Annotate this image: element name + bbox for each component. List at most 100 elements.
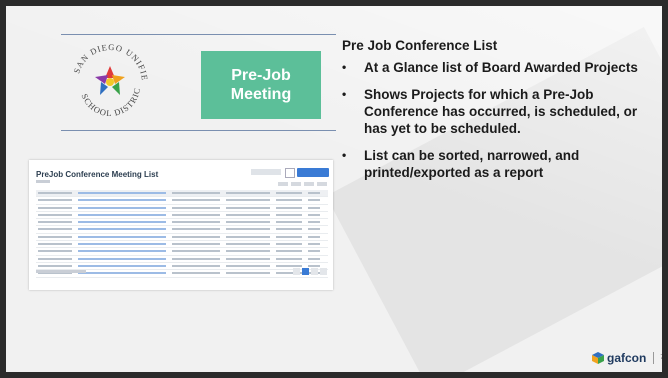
embedded-table-cell — [276, 235, 302, 238]
embedded-table-cell — [38, 199, 72, 202]
district-logo: SAN DIEGO UNIFIED SCHOOL DISTRICT — [60, 28, 156, 128]
embedded-table-cell — [172, 221, 220, 224]
bullet-item: At a Glance list of Board Awarded Projec… — [342, 59, 642, 76]
embedded-table-cell — [78, 213, 166, 216]
embedded-table-cell — [226, 228, 270, 231]
embedded-action-button — [297, 168, 329, 177]
embedded-table-cell — [172, 243, 220, 246]
embedded-pagination — [293, 268, 327, 275]
logo-bottom-rule — [61, 130, 336, 131]
embedded-table-cell — [308, 213, 320, 216]
embedded-table-row — [36, 241, 328, 249]
embedded-table-cell — [78, 192, 166, 194]
embedded-table-cell — [38, 221, 72, 224]
embedded-table-cell — [308, 221, 320, 224]
logo-top-rule — [61, 34, 336, 35]
embedded-table-cell — [172, 192, 220, 194]
embedded-table-cell — [38, 243, 72, 246]
embedded-table-cell — [226, 272, 270, 275]
embedded-title: PreJob Conference Meeting List — [36, 170, 159, 179]
embedded-table-row — [36, 256, 328, 263]
embedded-table-cell — [38, 228, 72, 231]
embedded-table-cell — [38, 192, 72, 194]
embedded-table-cell — [172, 213, 220, 216]
page-number: 7 — [660, 355, 662, 361]
embedded-table-cell — [172, 235, 220, 238]
embedded-table-cell — [78, 264, 166, 267]
embedded-table-cell — [226, 235, 270, 238]
embedded-table-row — [36, 234, 328, 242]
embedded-table-cell — [78, 206, 166, 209]
embedded-table-cell — [226, 213, 270, 216]
embedded-table-cell — [276, 192, 302, 194]
footer-brand: gafcon 7 — [592, 351, 662, 365]
embedded-table-cell — [308, 228, 320, 231]
bullet-item: List can be sorted, narrowed, and printe… — [342, 147, 642, 181]
embedded-table-cell — [308, 257, 320, 260]
embedded-table-cell — [276, 199, 302, 202]
embedded-table-cell — [276, 221, 302, 224]
section-heading: Pre Job Conference List — [342, 38, 498, 53]
embedded-table-cell — [172, 264, 220, 267]
embedded-table-cell — [38, 235, 72, 238]
embedded-table-row — [36, 226, 328, 234]
embedded-table-cell — [308, 206, 320, 209]
embedded-table-cell — [226, 250, 270, 253]
embedded-table-cell — [308, 192, 320, 194]
embedded-table-cell — [308, 199, 320, 202]
embedded-table-cell — [172, 228, 220, 231]
embedded-list-screenshot: PreJob Conference Meeting List — [29, 160, 333, 290]
embedded-table-cell — [226, 257, 270, 260]
embedded-table-cell — [276, 250, 302, 253]
embedded-table-cell — [226, 192, 270, 194]
embedded-table-cell — [78, 250, 166, 253]
embedded-table-cell — [276, 257, 302, 260]
embedded-table-row — [36, 212, 328, 220]
slide: SAN DIEGO UNIFIED SCHOOL DISTRICT Pre-Jo… — [6, 6, 662, 372]
embedded-table-cell — [226, 243, 270, 246]
embedded-table-cell — [226, 221, 270, 224]
embedded-table-cell — [38, 206, 72, 209]
brand-name: gafcon — [607, 351, 647, 365]
embedded-table — [36, 190, 328, 278]
embedded-table-cell — [276, 213, 302, 216]
bullet-item: Shows Projects for which a Pre-Job Confe… — [342, 86, 642, 137]
embedded-table-cell — [78, 235, 166, 238]
embedded-table-cell — [172, 206, 220, 209]
embedded-filter-buttons — [278, 182, 327, 186]
embedded-table-cell — [78, 228, 166, 231]
embedded-table-cell — [226, 206, 270, 209]
star-logo-icon — [95, 66, 125, 95]
embedded-table-cell — [226, 199, 270, 202]
embedded-table-cell — [308, 235, 320, 238]
embedded-subtitle — [36, 180, 50, 183]
embedded-footer-text — [36, 270, 86, 273]
embedded-table-row — [36, 205, 328, 212]
embedded-table-cell — [276, 243, 302, 246]
gear-icon — [285, 168, 295, 178]
embedded-table-cell — [78, 221, 166, 224]
embedded-table-cell — [308, 250, 320, 253]
embedded-table-row — [36, 219, 328, 227]
embedded-table-cell — [38, 264, 72, 267]
embedded-table-cell — [172, 257, 220, 260]
embedded-table-cell — [78, 257, 166, 260]
embedded-table-cell — [276, 206, 302, 209]
embedded-table-cell — [38, 250, 72, 253]
embedded-table-row — [36, 248, 328, 256]
embedded-table-cell — [308, 243, 320, 246]
embedded-table-row — [36, 197, 328, 205]
embedded-table-cell — [276, 264, 302, 267]
text-column: Pre Job Conference List At a Glance list… — [342, 38, 642, 191]
embedded-table-cell — [172, 199, 220, 202]
embedded-table-cell — [78, 243, 166, 246]
embedded-table-cell — [78, 272, 166, 275]
embedded-table-cell — [172, 250, 220, 253]
embedded-table-cell — [308, 264, 320, 267]
gafcon-logo-icon — [592, 352, 604, 364]
footer-divider — [653, 352, 655, 364]
embedded-table-cell — [226, 264, 270, 267]
embedded-table-cell — [78, 199, 166, 202]
embedded-table-cell — [38, 257, 72, 260]
embedded-search-field — [251, 169, 281, 175]
